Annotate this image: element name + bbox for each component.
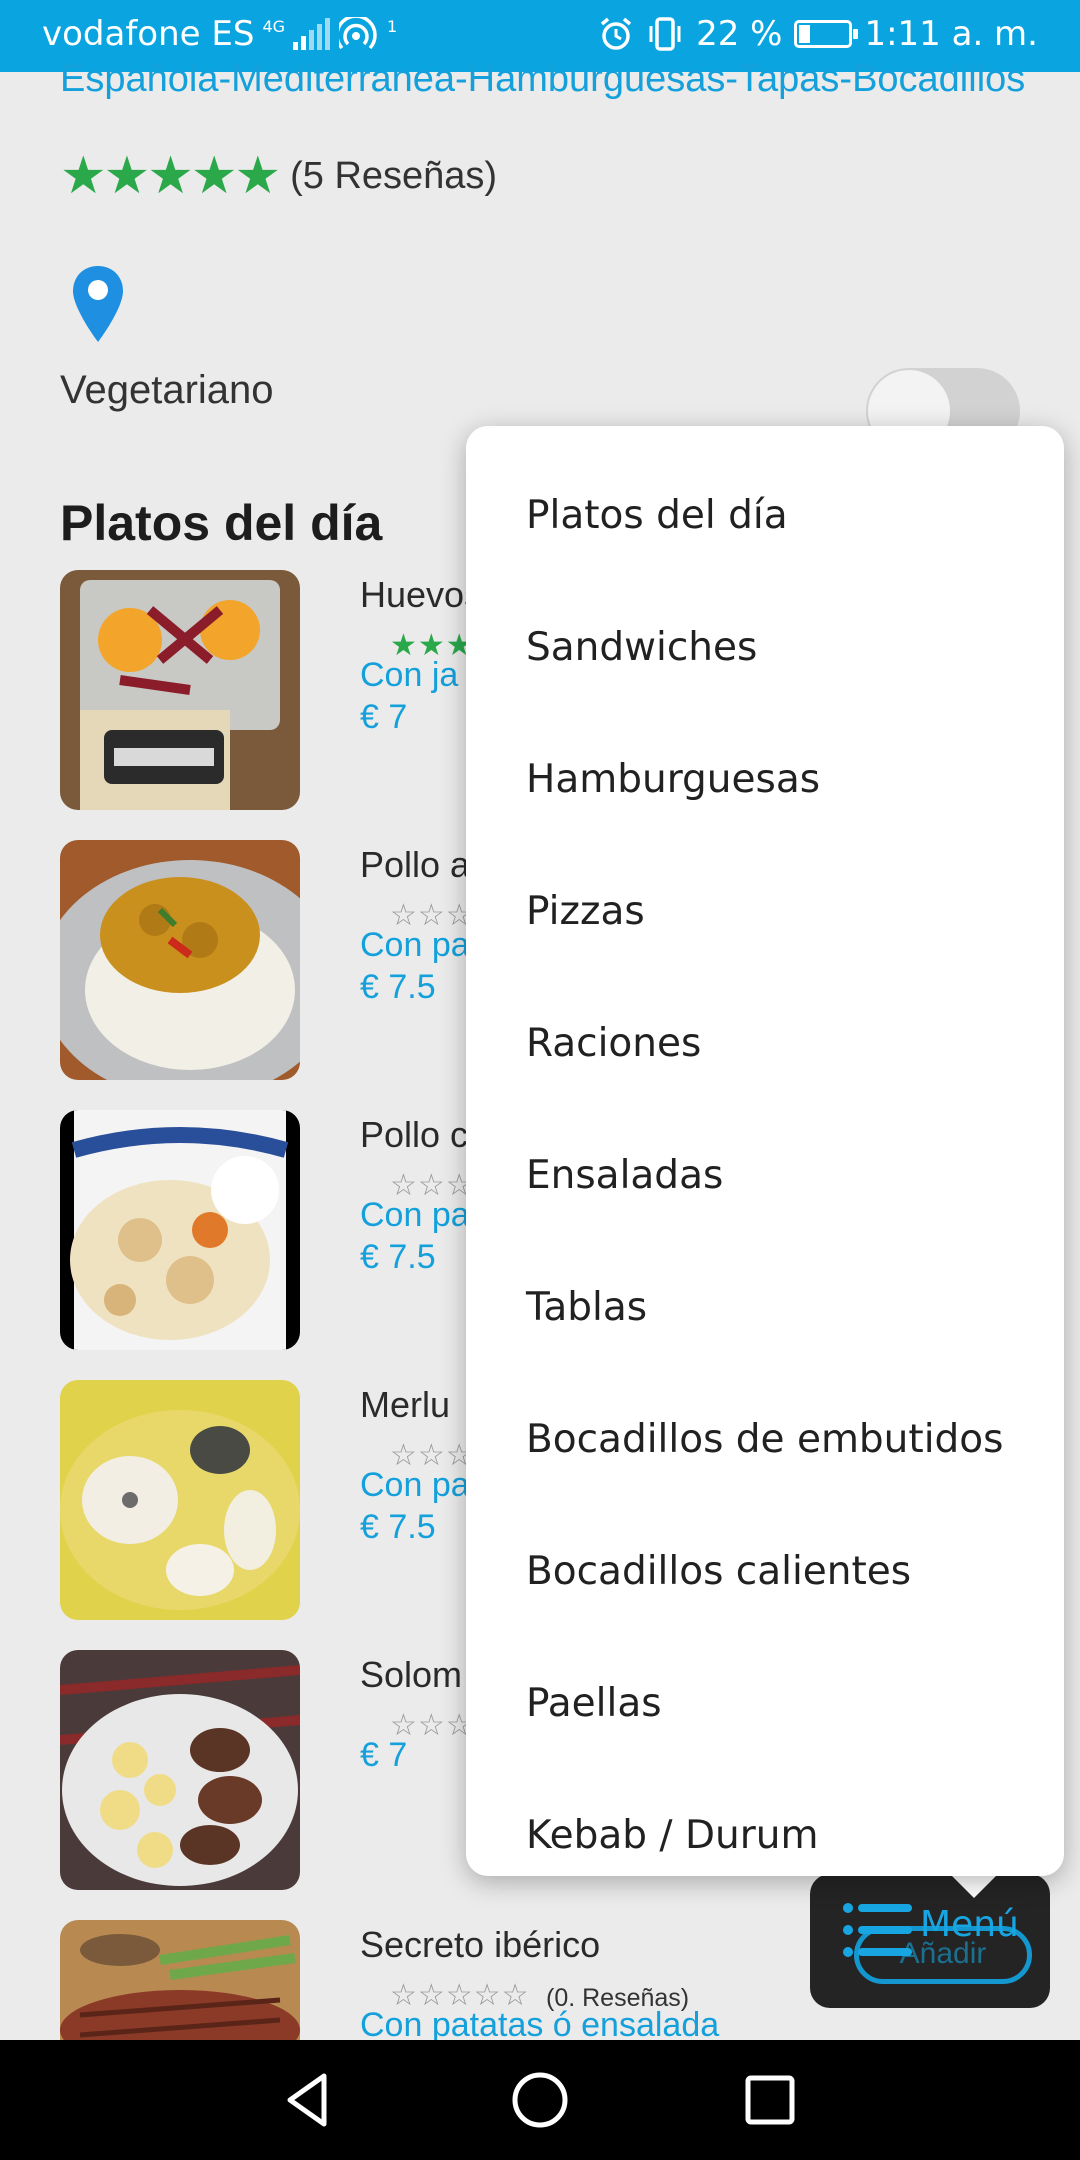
dish-photo-curry-chicken [60,840,300,1080]
menu-item-pizzas[interactable]: Pizzas [466,862,1064,994]
menu-item-kebab-durum[interactable]: Kebab / Durum [466,1786,1064,1918]
menu-item-paellas[interactable]: Paellas [466,1654,1064,1786]
dish-photo-eggs [60,570,300,810]
menu-item-hamburguesas[interactable]: Hamburguesas [466,730,1064,862]
battery-icon [794,20,859,48]
dish-price: € 7.5 [360,1238,436,1276]
battery-percent: 22 % [696,14,783,54]
dish-photo-hake [60,1380,300,1620]
menu-item-bocadillos-embutidos[interactable]: Bocadillos de embutidos [466,1390,1064,1522]
nav-back-icon[interactable] [276,2068,340,2132]
hotspot-icon [339,17,377,50]
carrier-name: vodafone ES [42,14,255,54]
review-count[interactable]: (5 Reseñas) [290,155,497,198]
dish-side: Con pa [360,926,470,964]
menu-item-raciones[interactable]: Raciones [466,994,1064,1126]
nav-recents-icon[interactable] [738,2068,802,2132]
vegetarian-label: Vegetariano [60,368,274,412]
dish-name: Pollo a [360,844,471,885]
signal-icon [293,18,331,50]
menu-item-platos-del-dia[interactable]: Platos del día [466,466,1064,598]
status-right: 22 % 1:11 a. m. [598,14,1038,54]
menu-item-ensaladas[interactable]: Ensaladas [466,1126,1064,1258]
nav-home-icon[interactable] [508,2068,572,2132]
map-pin-icon[interactable] [70,264,126,344]
cuisine-tags: Española-Mediterranea-Hamburguesas-Tapas… [60,58,1026,100]
dish-side: Con pa [360,1466,470,1504]
network-type: 4G [262,17,286,36]
status-left: vodafone ES 4G 1 [42,14,397,54]
dish-name: Pollo c [360,1114,469,1155]
dish-photo-sirloin [60,1650,300,1890]
navigation-bar [0,2040,1080,2160]
dish-price: € 7 [360,1736,408,1774]
dish-side: Con pa [360,1196,470,1234]
category-menu: Platos del día Sandwiches Hamburguesas P… [466,426,1064,1876]
rating-stars: ★★★★★ [60,147,281,205]
section-title: Platos del día [60,495,383,551]
dish-price: € 7 [360,698,408,736]
menu-item-bocadillos-calientes[interactable]: Bocadillos calientes [466,1522,1064,1654]
dish-name: Huevos [360,574,483,615]
clock: 1:11 a. m. [864,14,1038,54]
dish-price: € 7.5 [360,968,436,1006]
vibrate-icon [649,17,681,51]
dish-name: Secreto ibérico [360,1924,601,1965]
alarm-icon [600,17,632,50]
dish-name: Merlu [360,1384,451,1425]
menu-item-tablas[interactable]: Tablas [466,1258,1064,1390]
dish-photo-chicken-sauce [60,1110,300,1350]
hotspot-count: 1 [387,17,398,36]
restaurant-rating: ★★★★★ (5 Reseñas) [60,146,497,206]
dish-side: Con ja [360,656,459,694]
menu-item-sandwiches[interactable]: Sandwiches [466,598,1064,730]
dish-price: € 7.5 [360,1508,436,1546]
dish-name: Solom [360,1654,463,1695]
